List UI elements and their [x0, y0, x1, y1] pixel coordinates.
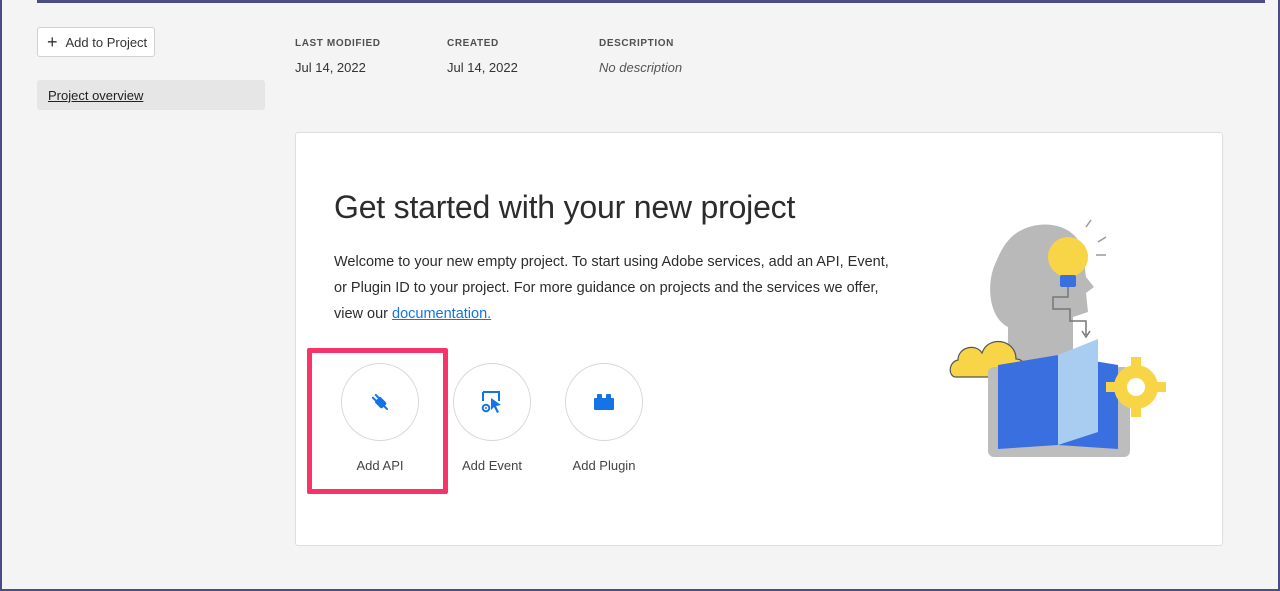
description-label: DESCRIPTION — [599, 38, 674, 49]
card-description: Welcome to your new empty project. To st… — [334, 249, 894, 327]
last-modified-value: Jul 14, 2022 — [295, 60, 366, 75]
add-plugin-action[interactable]: Add Plugin — [564, 363, 644, 473]
last-modified-label: LAST MODIFIED — [295, 38, 381, 49]
meta-description: DESCRIPTION No description — [599, 38, 682, 75]
plus-icon: + — [47, 32, 58, 52]
add-api-label: Add API — [356, 458, 404, 473]
documentation-link[interactable]: documentation. — [392, 306, 491, 322]
created-label: CREATED — [447, 38, 499, 49]
event-icon — [481, 391, 501, 413]
sidebar-item-label: Project overview — [48, 87, 144, 103]
add-event-label: Add Event — [462, 458, 522, 473]
card-title: Get started with your new project — [334, 189, 796, 225]
add-event-button[interactable] — [453, 363, 531, 441]
top-border — [37, 0, 1265, 3]
add-plugin-button[interactable] — [565, 363, 643, 441]
app-window: + Add to Project Project overview LAST M… — [0, 0, 1280, 591]
meta-created: CREATED Jul 14, 2022 — [447, 38, 518, 75]
add-plugin-label: Add Plugin — [572, 458, 636, 473]
description-value: No description — [599, 60, 683, 75]
add-to-project-label: Add to Project — [65, 34, 148, 50]
plug-icon — [371, 393, 389, 411]
add-event-action[interactable]: Add Event — [452, 363, 532, 473]
get-started-card: Get started with your new project Welcom… — [295, 132, 1223, 546]
created-value: Jul 14, 2022 — [447, 60, 518, 75]
add-api-button[interactable] — [341, 363, 419, 441]
plugin-icon — [594, 394, 614, 410]
meta-last-modified: LAST MODIFIED Jul 14, 2022 — [295, 38, 381, 75]
add-to-project-button[interactable]: + Add to Project — [37, 27, 155, 57]
project-illustration — [949, 219, 1166, 457]
sidebar-item-project-overview[interactable]: Project overview — [37, 80, 265, 110]
add-api-action[interactable]: Add API — [340, 363, 420, 473]
